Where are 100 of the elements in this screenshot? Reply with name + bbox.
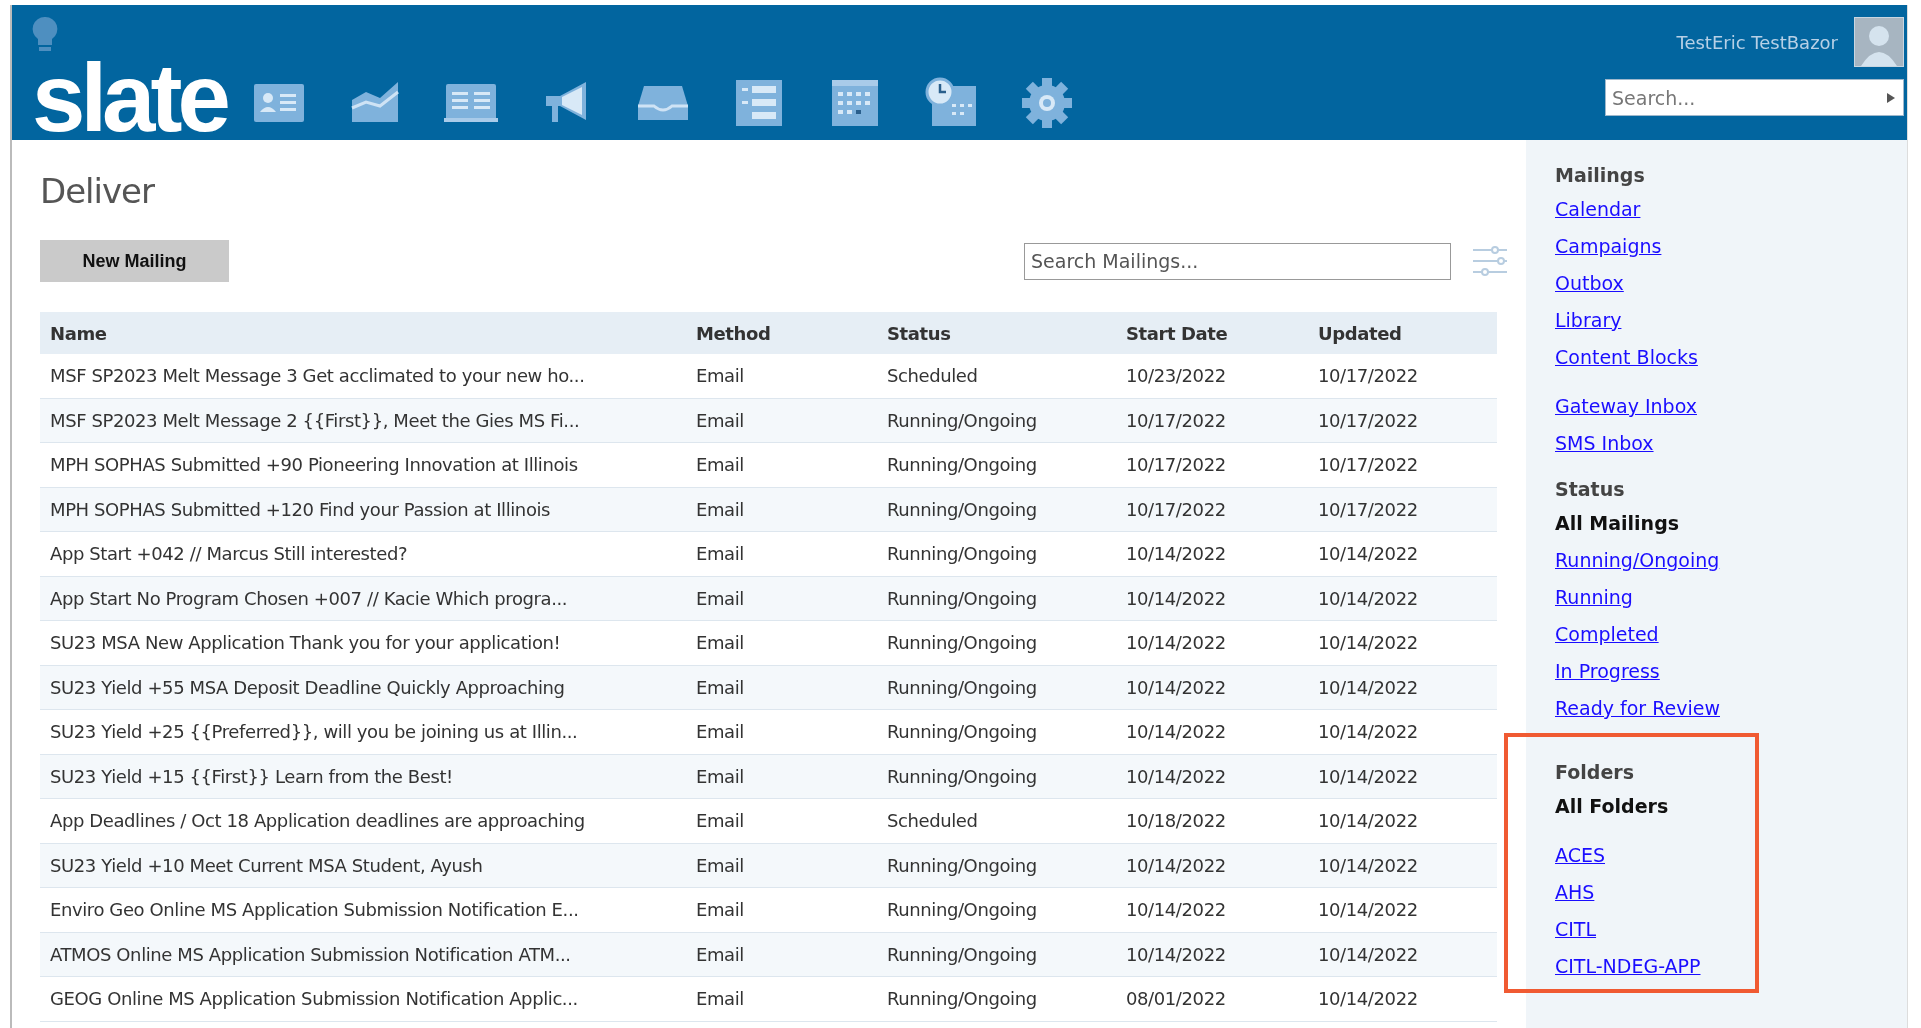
table-cell: 10/14/2022 xyxy=(1308,932,1497,977)
table-cell: Email xyxy=(686,754,877,799)
table-cell: 10/14/2022 xyxy=(1116,754,1308,799)
table-cell: 10/14/2022 xyxy=(1308,976,1497,1021)
table-cell: Running/Ongoing xyxy=(877,665,1116,710)
table-cell: 10/14/2022 xyxy=(1308,620,1497,665)
table-cell: SU23 Yield +55 MSA Deposit Deadline Quickly Approaching xyxy=(40,665,686,710)
table-cell: Running/Ongoing xyxy=(877,531,1116,576)
table-cell: Running/Ongoing xyxy=(877,754,1116,799)
table-cell: 10/17/2022 xyxy=(1308,354,1497,398)
sidebar-link[interactable]: Library xyxy=(1555,309,1622,332)
section-heading: Folders xyxy=(1555,760,1635,785)
table-cell: Email xyxy=(686,887,877,932)
table-cell: Email xyxy=(686,932,877,977)
table-cell: 08/01/2022 xyxy=(1116,976,1308,1021)
column-header[interactable]: Status xyxy=(877,312,1116,354)
table-cell: Running/Ongoing xyxy=(877,976,1116,1021)
sidebar-link[interactable]: Campaigns xyxy=(1555,235,1662,258)
new-mailing-button[interactable]: New Mailing xyxy=(40,240,229,282)
logo[interactable]: slate xyxy=(32,50,226,146)
table-cell: Email xyxy=(686,487,877,532)
table-cell: 10/14/2022 xyxy=(1308,798,1497,843)
table-cell: SU23 Yield +25 {{Preferred}}, will you be joining us at Illin... xyxy=(40,709,686,754)
table-cell: 10/17/2022 xyxy=(1308,398,1497,443)
table-cell: App Deadlines / Oct 18 Application deadlines are approaching xyxy=(40,798,686,843)
table-cell: Email xyxy=(686,531,877,576)
table-cell: Running/Ongoing xyxy=(877,932,1116,977)
section-heading: Status xyxy=(1555,477,1626,502)
table-cell: 10/17/2022 xyxy=(1308,487,1497,532)
search-field[interactable]: Search... xyxy=(1605,79,1904,116)
user-name[interactable]: TestEric TestBazor xyxy=(1676,31,1838,53)
table-cell: Email xyxy=(686,354,877,398)
sidebar-link[interactable]: Running xyxy=(1555,586,1633,609)
section-heading: Mailings xyxy=(1555,163,1646,188)
table-cell: 10/17/2022 xyxy=(1308,442,1497,487)
table-cell: 10/17/2022 xyxy=(1116,398,1308,443)
search-field[interactable]: Search Mailings... xyxy=(1024,242,1451,280)
table-cell: Email xyxy=(686,620,877,665)
sidebar-link[interactable]: ACES xyxy=(1555,844,1605,867)
table-cell: 10/14/2022 xyxy=(1116,576,1308,621)
sidebar-link[interactable]: Outbox xyxy=(1555,272,1624,295)
table-cell: App Start No Program Chosen +007 // Kacie Which progra... xyxy=(40,576,686,621)
sidebar-link[interactable]: Calendar xyxy=(1555,198,1641,221)
table-cell: App Start +042 // Marcus Still interested? xyxy=(40,531,686,576)
sidebar-link[interactable]: Gateway Inbox xyxy=(1555,395,1697,418)
table-cell: 10/14/2022 xyxy=(1116,665,1308,710)
column-header[interactable]: Method xyxy=(686,312,877,354)
sidebar-link[interactable]: In Progress xyxy=(1555,660,1660,683)
table-cell: Email xyxy=(686,576,877,621)
table-cell: Scheduled xyxy=(877,798,1116,843)
table-cell: Running/Ongoing xyxy=(877,487,1116,532)
table-cell: SU23 Yield +15 {{First}} Learn from the Best! xyxy=(40,754,686,799)
table-cell: Email xyxy=(686,798,877,843)
table-cell: Email xyxy=(686,976,877,1021)
table-cell: SU23 MSA New Application Thank you for your application! xyxy=(40,620,686,665)
table-cell: 10/14/2022 xyxy=(1116,531,1308,576)
table-cell: 10/14/2022 xyxy=(1308,754,1497,799)
table-cell: 10/17/2022 xyxy=(1116,442,1308,487)
table-cell: Email xyxy=(686,665,877,710)
column-header[interactable]: Start Date xyxy=(1116,312,1308,354)
table-cell: MSF SP2023 Melt Message 2 {{First}}, Meet the Gies MS Fi... xyxy=(40,398,686,443)
table-cell: 10/14/2022 xyxy=(1116,932,1308,977)
table-cell: Running/Ongoing xyxy=(877,887,1116,932)
table-cell: 10/14/2022 xyxy=(1308,576,1497,621)
table-cell: 10/14/2022 xyxy=(1308,665,1497,710)
lightbulb-icon xyxy=(30,15,60,53)
table-cell: Email xyxy=(686,843,877,888)
column-header[interactable]: Name xyxy=(40,312,686,354)
table-cell: 10/14/2022 xyxy=(1308,887,1497,932)
table-cell: 10/14/2022 xyxy=(1308,531,1497,576)
sidebar-link[interactable]: Content Blocks xyxy=(1555,346,1698,369)
table-cell: MPH SOPHAS Submitted +120 Find your Passion at Illinois xyxy=(40,487,686,532)
column-header[interactable]: Updated xyxy=(1308,312,1497,354)
table-cell: 10/14/2022 xyxy=(1116,709,1308,754)
table-cell: 10/14/2022 xyxy=(1116,620,1308,665)
sidebar-link[interactable]: CITL-NDEG-APP xyxy=(1555,955,1701,978)
table-cell: Running/Ongoing xyxy=(877,709,1116,754)
table-cell: 10/23/2022 xyxy=(1116,354,1308,398)
page-title: Deliver xyxy=(40,171,156,211)
table-cell: 10/14/2022 xyxy=(1308,843,1497,888)
sidebar-link[interactable]: SMS Inbox xyxy=(1555,432,1654,455)
table-cell: MSF SP2023 Melt Message 3 Get acclimated to your new ho... xyxy=(40,354,686,398)
sidebar-link[interactable]: Completed xyxy=(1555,623,1659,646)
current-filter[interactable]: All Folders xyxy=(1555,795,1907,818)
table-cell: MPH SOPHAS Submitted +90 Pioneering Innovation at Illinois xyxy=(40,442,686,487)
current-filter[interactable]: All Mailings xyxy=(1555,512,1907,535)
table-cell: Email xyxy=(686,709,877,754)
table-cell: Running/Ongoing xyxy=(877,398,1116,443)
sidebar-link[interactable]: CITL xyxy=(1555,918,1597,941)
sidebar-link[interactable]: Ready for Review xyxy=(1555,697,1720,720)
table-cell: Running/Ongoing xyxy=(877,576,1116,621)
sidebar-link[interactable]: AHS xyxy=(1555,881,1595,904)
table-cell: 10/18/2022 xyxy=(1116,798,1308,843)
table-cell: ATMOS Online MS Application Submission Notification ATM... xyxy=(40,932,686,977)
sidebar-link[interactable]: Running/Ongoing xyxy=(1555,549,1720,572)
arrow-icon[interactable] xyxy=(1886,92,1896,104)
table-cell: Running/Ongoing xyxy=(877,843,1116,888)
table-cell: Running/Ongoing xyxy=(877,620,1116,665)
table-cell: GEOG Online MS Application Submission Notification Applic... xyxy=(40,976,686,1021)
table-cell: Scheduled xyxy=(877,354,1116,398)
